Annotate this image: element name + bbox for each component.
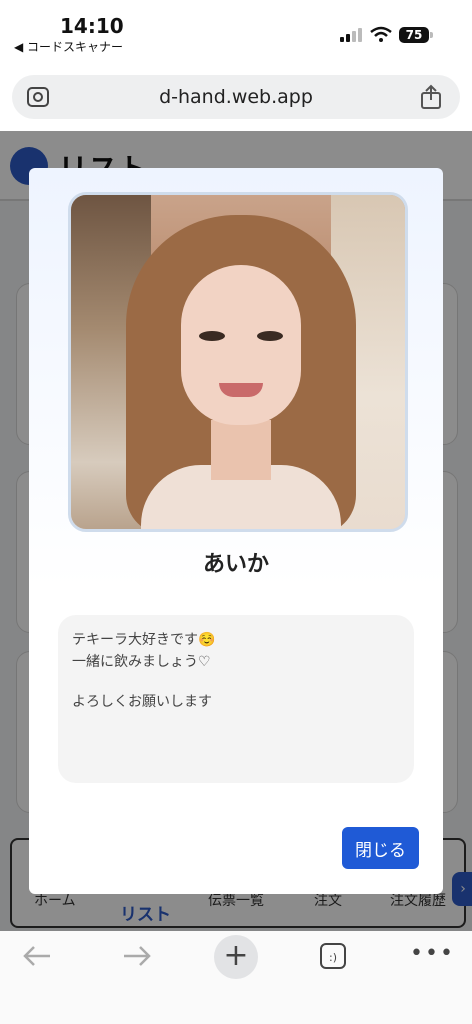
photo-eye: [257, 331, 283, 341]
photo-face: [181, 265, 301, 425]
photo-neck: [211, 420, 271, 480]
profile-message-box: テキーラ大好きです☺️ 一緒に飲みましょう♡ よろしくお願いします: [58, 615, 414, 783]
forward-arrow-icon[interactable]: [122, 945, 152, 967]
status-bar: 14:10 ◀ コードスキャナー 75: [0, 0, 472, 64]
profile-photo: [68, 192, 408, 532]
photo-eye: [199, 331, 225, 341]
browser-toolbar: + :) •••: [0, 931, 472, 1024]
signal-icon: [340, 28, 364, 42]
photo-mouth: [219, 383, 263, 397]
tabs-button[interactable]: :): [320, 943, 346, 969]
address-bar[interactable]: d-hand.web.app: [12, 75, 460, 119]
battery-icon: 75: [399, 27, 429, 43]
share-icon[interactable]: [420, 84, 442, 110]
new-tab-plus-icon[interactable]: +: [214, 935, 258, 979]
battery-tip: [430, 32, 433, 38]
url-text[interactable]: d-hand.web.app: [0, 75, 472, 119]
profile-modal: あいか テキーラ大好きです☺️ 一緒に飲みましょう♡ よろしくお願いします 閉じ…: [29, 168, 443, 894]
message-line: よろしくお願いします: [72, 694, 212, 710]
more-icon[interactable]: •••: [410, 941, 455, 966]
status-time: 14:10: [60, 14, 124, 38]
message-line: 一緒に飲みましょう♡: [72, 654, 211, 670]
close-button[interactable]: 閉じる: [342, 827, 419, 869]
profile-name: あいか: [202, 552, 269, 577]
back-arrow-icon[interactable]: [22, 945, 52, 967]
wifi-icon: [370, 26, 392, 42]
back-to-app-link[interactable]: ◀ コードスキャナー: [14, 38, 123, 55]
message-line: テキーラ大好きです☺️: [72, 632, 216, 648]
